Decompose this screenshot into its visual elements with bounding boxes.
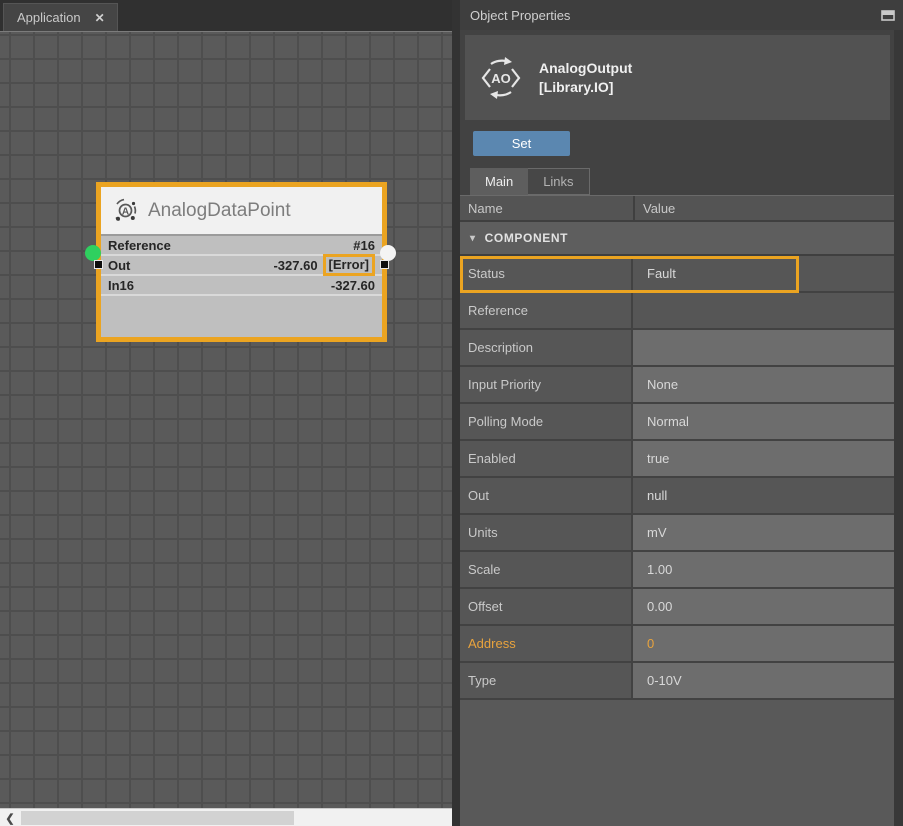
property-value[interactable]: null [633, 478, 894, 513]
property-name: Out [460, 478, 633, 513]
output-port[interactable] [380, 245, 396, 261]
block-row-name: Reference [108, 238, 171, 253]
panel-right-gutter [894, 30, 903, 826]
property-name: Offset [460, 589, 633, 624]
section-component[interactable]: ▾ COMPONENT [460, 222, 894, 256]
input-port[interactable] [85, 245, 101, 261]
section-label: COMPONENT [485, 231, 568, 245]
property-row-enabled: Enabled true [460, 441, 894, 478]
property-row-out: Out null [460, 478, 894, 515]
property-row-polling-mode: Polling Mode Normal [460, 404, 894, 441]
panel-title: Object Properties [470, 8, 570, 23]
properties-table: Name Value ▾ COMPONENT Status Fault Refe… [460, 195, 894, 826]
diagram-pane: Application ✕ A An [0, 0, 452, 826]
tab-application[interactable]: Application ✕ [3, 3, 118, 31]
component-type-name: AnalogOutput [539, 59, 632, 78]
resize-handle-right[interactable] [380, 260, 389, 269]
property-value[interactable] [633, 293, 894, 328]
property-row-input-priority: Input Priority None [460, 367, 894, 404]
table-header: Name Value [460, 195, 894, 222]
property-name: Description [460, 330, 633, 365]
property-name: Status [460, 256, 633, 291]
property-name: Type [460, 663, 633, 698]
properties-tabs: Main Links [470, 168, 903, 195]
collapse-icon[interactable]: ▾ [470, 233, 476, 244]
analog-datapoint-icon: A [112, 197, 139, 224]
tab-main[interactable]: Main [470, 168, 528, 195]
property-row-scale: Scale 1.00 [460, 552, 894, 589]
block-row-value: -327.60 [331, 278, 375, 293]
property-name: Units [460, 515, 633, 550]
column-header-name: Name [460, 196, 633, 220]
block-row-name: Out [108, 258, 130, 273]
block-row-reference: Reference #16 [101, 236, 382, 256]
close-icon[interactable]: ✕ [95, 11, 105, 25]
column-header-value: Value [633, 196, 894, 220]
property-value[interactable]: 0-10V [633, 663, 894, 698]
error-badge: [Error] [323, 254, 375, 276]
property-value[interactable] [633, 330, 894, 365]
block-row-in16: In16 -327.60 [101, 276, 382, 296]
property-row-description: Description [460, 330, 894, 367]
block-row-value: #16 [353, 238, 375, 253]
property-row-status: Status Fault [460, 256, 894, 293]
property-row-offset: Offset 0.00 [460, 589, 894, 626]
identity-text: AnalogOutput [Library.IO] [539, 59, 632, 97]
tab-application-label: Application [17, 10, 81, 25]
property-row-units: Units mV [460, 515, 894, 552]
wiresheet-canvas[interactable]: A AnalogDataPoint Reference #16 Out [0, 31, 452, 808]
block-title: AnalogDataPoint [148, 200, 291, 222]
property-row-type: Type 0-10V [460, 663, 894, 700]
property-value[interactable]: Fault [633, 256, 894, 291]
panel-header: Object Properties [460, 0, 903, 30]
tab-links[interactable]: Links [528, 168, 589, 195]
property-value[interactable]: Normal [633, 404, 894, 439]
svg-text:AO: AO [491, 71, 511, 86]
property-name: Scale [460, 552, 633, 587]
property-name: Polling Mode [460, 404, 633, 439]
property-value[interactable]: 0.00 [633, 589, 894, 624]
block-header: A AnalogDataPoint [101, 187, 382, 236]
property-value[interactable]: 1.00 [633, 552, 894, 587]
out-value: -327.60 [273, 258, 317, 273]
resize-handle-left[interactable] [94, 260, 103, 269]
property-value[interactable]: 0 [633, 626, 894, 661]
component-identity-card: AO AnalogOutput [Library.IO] [465, 35, 890, 120]
document-tab-bar: Application ✕ [0, 0, 452, 31]
property-value[interactable]: true [633, 441, 894, 476]
analog-output-icon: AO [478, 55, 524, 101]
property-name: Reference [460, 293, 633, 328]
scroll-left-icon[interactable]: ❮ [0, 809, 20, 826]
block-row-out: Out -327.60 [Error] [101, 256, 382, 276]
property-name: Address [460, 626, 633, 661]
object-properties-panel: Object Properties AO AnalogOutput [Libra… [460, 0, 903, 826]
horizontal-scrollbar[interactable]: ❮ [0, 808, 452, 826]
property-value[interactable]: None [633, 367, 894, 402]
scrollbar-thumb[interactable] [21, 811, 294, 825]
dock-window-icon[interactable] [881, 10, 895, 21]
property-name: Enabled [460, 441, 633, 476]
analog-datapoint-block[interactable]: A AnalogDataPoint Reference #16 Out [96, 182, 387, 342]
property-name: Input Priority [460, 367, 633, 402]
property-row-address: Address 0 [460, 626, 894, 663]
block-row-value: -327.60 [Error] [273, 254, 375, 276]
component-library: [Library.IO] [539, 78, 632, 97]
svg-text:A: A [122, 207, 129, 218]
property-value[interactable]: mV [633, 515, 894, 550]
set-button[interactable]: Set [473, 131, 570, 156]
block-row-name: In16 [108, 278, 134, 293]
property-row-reference: Reference [460, 293, 894, 330]
